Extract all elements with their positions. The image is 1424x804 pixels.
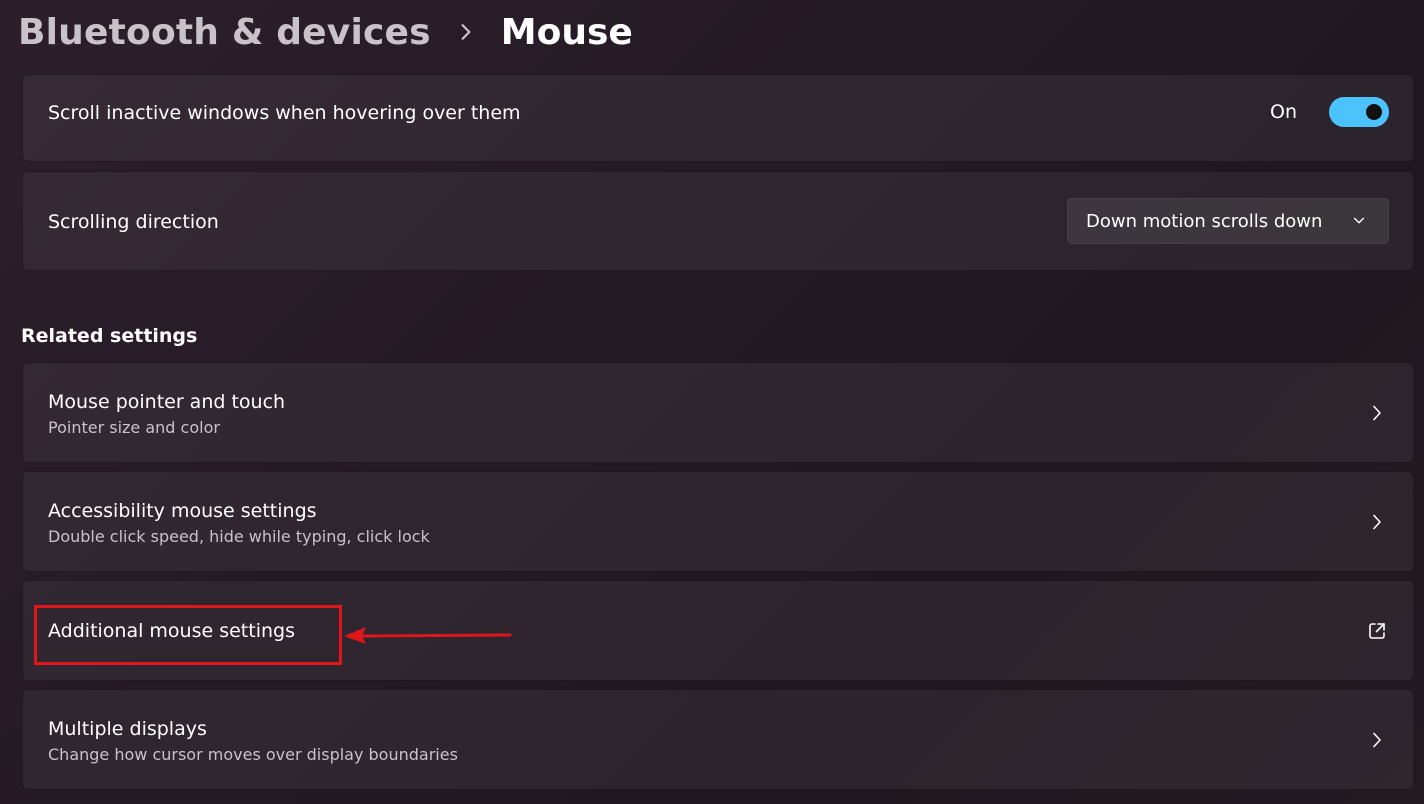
item-title: Mouse pointer and touch [48, 391, 286, 413]
scroll-inactive-windows-toggle[interactable] [1329, 97, 1389, 127]
item-title: Multiple displays [48, 718, 207, 740]
annotation-highlight-box [34, 605, 342, 665]
breadcrumb-parent-bluetooth-devices[interactable]: Bluetooth & devices [18, 12, 431, 53]
related-settings-header: Related settings [21, 325, 198, 347]
item-subtitle: Double click speed, hide while typing, c… [48, 527, 430, 546]
scrolling-direction-label: Scrolling direction [48, 211, 219, 233]
item-title: Accessibility mouse settings [48, 500, 317, 522]
breadcrumb-chevron-icon [461, 24, 471, 40]
item-subtitle: Pointer size and color [48, 418, 220, 437]
scroll-inactive-windows-card: Scroll inactive windows when hovering ov… [22, 74, 1414, 162]
scrolling-direction-card: Scrolling direction Down motion scrolls … [22, 171, 1414, 271]
toggle-knob [1366, 104, 1382, 120]
breadcrumb: Bluetooth & devices Mouse [18, 6, 633, 58]
mouse-pointer-and-touch-item[interactable]: Mouse pointer and touch Pointer size and… [22, 362, 1414, 463]
dropdown-selected-value: Down motion scrolls down [1086, 211, 1323, 232]
multiple-displays-item[interactable]: Multiple displays Change how cursor move… [22, 689, 1414, 790]
accessibility-mouse-settings-item[interactable]: Accessibility mouse settings Double clic… [22, 471, 1414, 572]
chevron-right-icon [1373, 732, 1381, 748]
annotation-arrow-icon [344, 627, 512, 644]
chevron-right-icon [1373, 514, 1381, 530]
chevron-right-icon [1373, 405, 1381, 421]
item-subtitle: Change how cursor moves over display bou… [48, 745, 458, 764]
toggle-state-label: On [1270, 101, 1297, 123]
chevron-down-icon [1353, 217, 1365, 224]
scrolling-direction-dropdown[interactable]: Down motion scrolls down [1067, 198, 1389, 244]
page-title: Mouse [500, 11, 633, 53]
scroll-inactive-windows-label: Scroll inactive windows when hovering ov… [48, 102, 521, 124]
external-link-icon [1369, 623, 1385, 639]
